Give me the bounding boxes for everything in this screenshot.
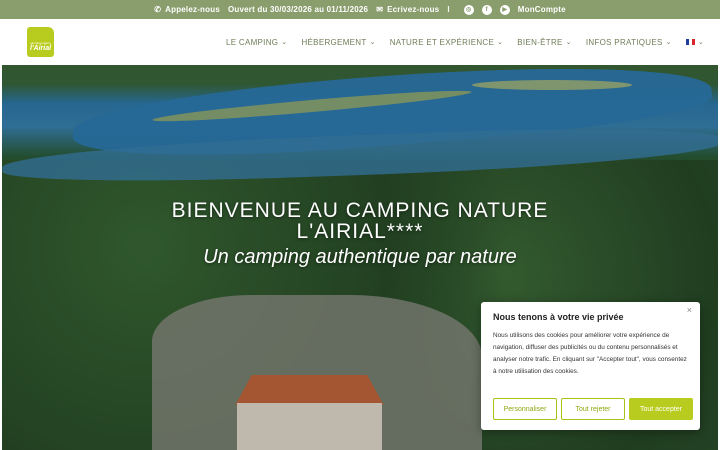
main-header: camping nature l'Airial LE CAMPING ⌄ HÉBE… xyxy=(0,19,720,65)
social-links: ◎ f ▶ xyxy=(463,4,510,15)
hero-title-line2: L'AIRIAL**** xyxy=(296,220,424,243)
hero-subtitle: Un camping authentique par nature xyxy=(203,246,517,268)
account-label: MonCompte xyxy=(517,5,566,14)
cookie-title: Nous tenons à votre vie privée xyxy=(493,312,624,322)
chevron-down-icon: ⌄ xyxy=(497,39,504,46)
separator: I xyxy=(447,5,450,14)
logo-text: l'Airial xyxy=(29,45,52,52)
nav-label: LE CAMPING xyxy=(225,37,279,47)
nav-item-nature[interactable]: NATURE ET EXPÉRIENCE ⌄ xyxy=(390,38,504,47)
nav-item-hebergement[interactable]: HÉBERGEMENT ⌄ xyxy=(301,38,375,47)
nav-item-camping[interactable]: LE CAMPING ⌄ xyxy=(226,38,288,47)
site-logo[interactable]: camping nature l'Airial xyxy=(27,27,54,57)
envelope-icon: ✉ xyxy=(376,5,384,14)
reject-all-button[interactable]: Tout rejeter xyxy=(561,398,625,420)
hero-title-line1: BIENVENUE AU CAMPING NATURE xyxy=(171,199,549,222)
main-nav: LE CAMPING ⌄ HÉBERGEMENT ⌄ NATURE ET EXPÉR… xyxy=(226,19,704,65)
facebook-icon[interactable]: f xyxy=(481,4,492,15)
french-flag-icon xyxy=(685,39,695,45)
instagram-icon[interactable]: ◎ xyxy=(463,4,474,15)
hero-title: BIENVENUE AU CAMPING NATURE L'AIRIAL**** xyxy=(2,200,718,242)
opening-dates: Ouvert du 30/03/2026 au 01/11/2026 xyxy=(228,5,368,14)
nav-label: NATURE ET EXPÉRIENCE xyxy=(389,37,495,47)
chevron-down-icon: ⌄ xyxy=(369,39,376,46)
nav-label: BIEN-ÊTRE xyxy=(517,37,563,47)
youtube-icon[interactable]: ▶ xyxy=(499,4,510,15)
chevron-down-icon: ⌄ xyxy=(565,39,572,46)
nav-label: HÉBERGEMENT xyxy=(301,37,367,47)
email-label: Ecrivez-nous xyxy=(387,5,440,14)
chevron-down-icon: ⌄ xyxy=(697,39,704,46)
chevron-down-icon: ⌄ xyxy=(665,39,672,46)
accept-all-button[interactable]: Tout accepter xyxy=(629,398,693,420)
cookie-consent-dialog: × Nous tenons à votre vie privée Nous ut… xyxy=(481,302,700,430)
cookie-buttons: Personnaliser Tout rejeter Tout accepter xyxy=(493,398,693,420)
language-selector[interactable]: ⌄ xyxy=(685,38,704,46)
call-link[interactable]: ✆ Appelez-nous xyxy=(154,5,220,14)
call-label: Appelez-nous xyxy=(165,5,220,14)
account-link[interactable]: MonCompte xyxy=(518,5,566,14)
customize-button[interactable]: Personnaliser xyxy=(493,398,557,420)
nav-item-bien-etre[interactable]: BIEN-ÊTRE ⌄ xyxy=(517,38,572,47)
cookie-body: Nous utilisons des cookies pour améliore… xyxy=(493,332,687,375)
nav-label: INFOS PRATIQUES xyxy=(585,37,663,47)
chevron-down-icon: ⌄ xyxy=(281,39,288,46)
phone-icon: ✆ xyxy=(154,5,162,14)
nav-item-infos[interactable]: INFOS PRATIQUES ⌄ xyxy=(586,38,672,47)
opening-dates-label: Ouvert du 30/03/2026 au 01/11/2026 xyxy=(227,5,369,14)
close-icon[interactable]: × xyxy=(687,305,692,315)
top-info-bar: ✆ Appelez-nous Ouvert du 30/03/2026 au 0… xyxy=(0,0,720,19)
email-link[interactable]: ✉ Ecrivez-nous xyxy=(376,5,439,14)
